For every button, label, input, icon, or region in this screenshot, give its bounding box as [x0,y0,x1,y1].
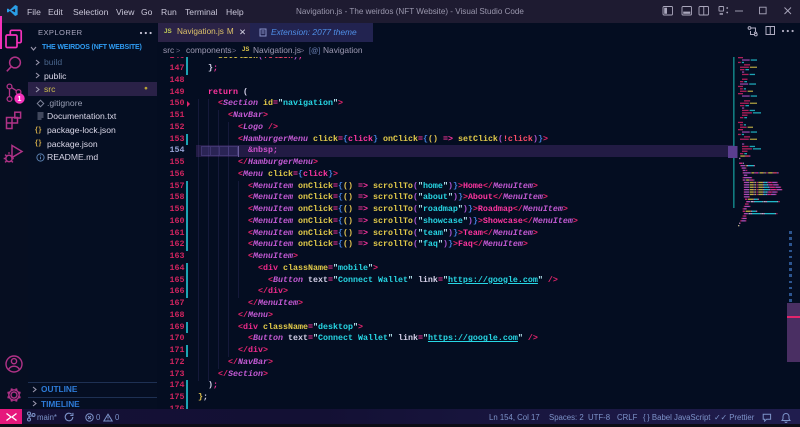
svg-text:1: 1 [18,96,22,103]
